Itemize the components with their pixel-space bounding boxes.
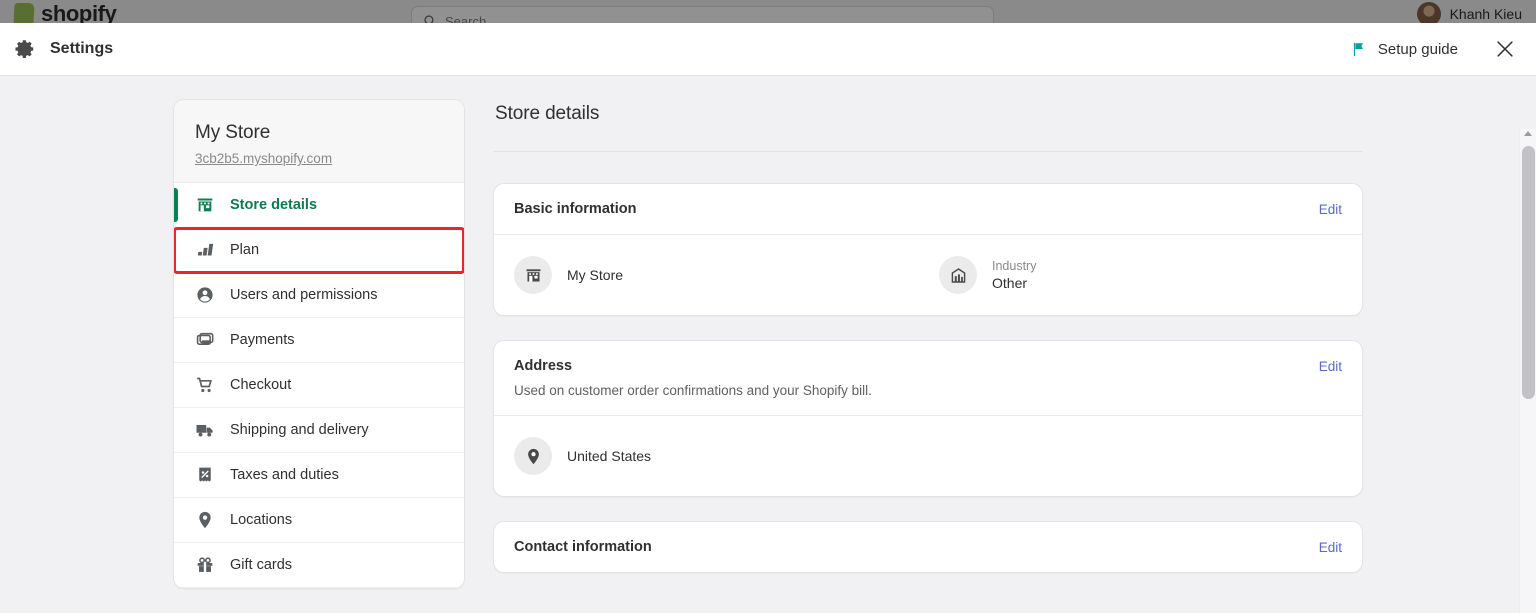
sidebar-item-label: Locations bbox=[230, 512, 293, 528]
sidebar-store-header: My Store 3cb2b5.myshopify.com bbox=[174, 100, 464, 183]
truck-icon bbox=[195, 420, 215, 440]
card-header: Basic information Edit bbox=[494, 184, 1362, 234]
store-url-link[interactable]: 3cb2b5.myshopify.com bbox=[195, 151, 443, 166]
info-text: United States bbox=[567, 448, 651, 464]
storefront-icon bbox=[197, 198, 213, 212]
edit-link[interactable]: Edit bbox=[1319, 202, 1342, 217]
card-title: Address bbox=[514, 358, 573, 374]
info-text: My Store bbox=[567, 267, 623, 283]
plan-stairs-icon bbox=[195, 240, 215, 260]
edit-link[interactable]: Edit bbox=[1319, 540, 1342, 555]
store-details-heading: Store details bbox=[495, 103, 600, 124]
sidebar-item-shipping-and-delivery[interactable]: Shipping and delivery bbox=[174, 408, 464, 453]
shopping-cart-icon bbox=[195, 375, 215, 395]
map-pin-icon bbox=[527, 448, 539, 464]
credit-card-icon bbox=[195, 330, 215, 350]
sidebar-item-label: Plan bbox=[230, 242, 260, 258]
page-title: Settings bbox=[50, 40, 114, 57]
card-title-group: Basic information bbox=[514, 201, 1319, 217]
card-header: Contact information Edit bbox=[494, 522, 1362, 572]
settings-modal-header: Settings Setup guide bbox=[0, 23, 1536, 76]
sidebar-item-label: Gift cards bbox=[230, 557, 293, 573]
sidebar-item-plan[interactable]: Plan bbox=[174, 227, 464, 274]
sidebar-item-label: Users and permissions bbox=[230, 287, 378, 303]
storefront-icon bbox=[526, 268, 540, 282]
sidebar-item-store-details[interactable]: Store details bbox=[174, 183, 464, 228]
sidebar-item-locations[interactable]: Locations bbox=[174, 498, 464, 543]
settings-sidebar: My Store 3cb2b5.myshopify.com Store deta… bbox=[173, 99, 465, 589]
industry-building-icon bbox=[951, 267, 965, 283]
user-circle-icon bbox=[195, 285, 215, 305]
scroll-up-arrow[interactable] bbox=[1524, 131, 1532, 136]
edit-link[interactable]: Edit bbox=[1319, 359, 1342, 374]
setup-guide-button[interactable]: Setup guide bbox=[1350, 41, 1458, 58]
card-basic-information: Basic information Edit My Store Industry Oth… bbox=[493, 183, 1363, 316]
sidebar-item-checkout[interactable]: Checkout bbox=[174, 363, 464, 408]
scrollbar-thumb[interactable] bbox=[1522, 146, 1535, 399]
sidebar-nav-list: Store details Plan Users and permissions Pa… bbox=[174, 183, 464, 588]
industry-building-icon bbox=[939, 256, 977, 294]
info-value: Other bbox=[992, 275, 1028, 291]
card-body: My Store Industry Other bbox=[494, 235, 1362, 315]
setup-guide-label: Setup guide bbox=[1377, 40, 1458, 58]
credit-card-icon bbox=[196, 332, 214, 345]
store-name: My Store bbox=[195, 122, 271, 143]
card-title-group: Address Used on customer order confirmati… bbox=[514, 358, 1319, 398]
card-title-group: Contact information bbox=[514, 539, 1319, 555]
settings-card-list: Basic information Edit My Store Industry Oth… bbox=[493, 183, 1363, 573]
plan-stairs-icon bbox=[197, 243, 214, 256]
storefront-icon bbox=[195, 195, 215, 215]
sidebar-item-payments[interactable]: Payments bbox=[174, 318, 464, 363]
settings-modal: Settings Setup guide My Store 3cb2b5.mys… bbox=[0, 23, 1536, 613]
card-title: Contact information bbox=[514, 539, 652, 555]
info-item: My Store bbox=[514, 256, 939, 294]
sidebar-item-label: Taxes and duties bbox=[230, 467, 339, 483]
card-contact-information: Contact information Edit bbox=[493, 521, 1363, 573]
card-address: Address Used on customer order confirmati… bbox=[493, 340, 1363, 497]
close-icon bbox=[1497, 41, 1513, 57]
flag-icon bbox=[1353, 42, 1364, 56]
gift-icon bbox=[195, 555, 215, 575]
sidebar-item-gift-cards[interactable]: Gift cards bbox=[174, 543, 464, 588]
map-pin-icon bbox=[514, 437, 552, 475]
receipt-percent-icon bbox=[199, 467, 211, 482]
sidebar-item-taxes-and-duties[interactable]: Taxes and duties bbox=[174, 453, 464, 498]
card-header: Address Used on customer order confirmati… bbox=[494, 341, 1362, 415]
info-item: Industry Other bbox=[939, 256, 1036, 294]
modal-header-left: Settings bbox=[14, 38, 113, 60]
sidebar-item-label: Shipping and delivery bbox=[230, 422, 369, 438]
map-pin-icon bbox=[195, 510, 215, 530]
settings-modal-body: My Store 3cb2b5.myshopify.com Store deta… bbox=[0, 76, 1536, 613]
storefront-icon bbox=[514, 256, 552, 294]
sidebar-item-label: Store details bbox=[230, 197, 318, 213]
receipt-percent-icon bbox=[195, 465, 215, 485]
info-label: Industry bbox=[992, 259, 1037, 273]
modal-header-right: Setup guide bbox=[1350, 36, 1518, 62]
gift-icon bbox=[197, 557, 213, 572]
heading-divider bbox=[493, 151, 1363, 152]
settings-main-content: Store details Basic information Edit My St… bbox=[493, 99, 1363, 613]
info-text: Industry Other bbox=[992, 259, 1036, 291]
card-title: Basic information bbox=[514, 201, 637, 217]
close-button[interactable] bbox=[1492, 36, 1518, 62]
truck-icon bbox=[196, 425, 213, 437]
map-pin-icon bbox=[199, 511, 211, 529]
vertical-scrollbar[interactable] bbox=[1519, 129, 1536, 613]
user-circle-icon bbox=[197, 287, 213, 303]
sidebar-item-label: Checkout bbox=[230, 377, 292, 393]
info-value: My Store bbox=[567, 267, 624, 283]
card-subtitle: Used on customer order confirmations and… bbox=[514, 383, 872, 398]
shopping-cart-icon bbox=[197, 377, 212, 393]
sidebar-item-users-and-permissions[interactable]: Users and permissions bbox=[174, 273, 464, 318]
info-value: United States bbox=[567, 448, 652, 464]
card-body: United States bbox=[494, 416, 1362, 496]
gear-icon bbox=[15, 40, 34, 58]
sidebar-item-label: Payments bbox=[230, 332, 295, 348]
info-item: United States bbox=[514, 437, 651, 475]
